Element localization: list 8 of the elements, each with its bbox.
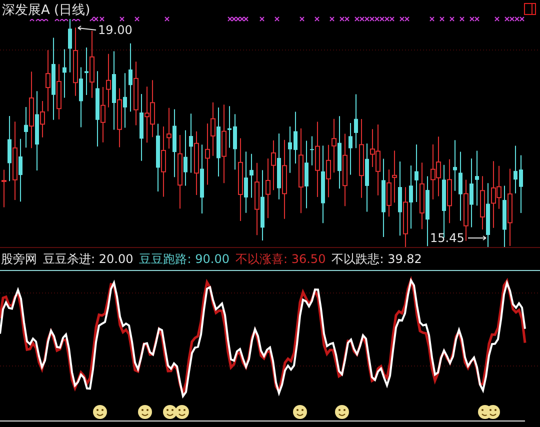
indicator-name: 股旁网 (1, 250, 37, 268)
price-label: 19.00 (98, 23, 132, 37)
price-label: 15.45 (430, 231, 464, 245)
indicator-value: 不以跌悲: 39.82 (332, 250, 422, 268)
indicator-value: 豆豆跑路: 90.00 (139, 250, 230, 268)
chart-title: 深发展A (日线) (2, 1, 92, 19)
indicator-value: 不以涨喜: 36.50 (235, 250, 326, 268)
indicator-value: 豆豆杀进: 20.00 (43, 250, 134, 268)
